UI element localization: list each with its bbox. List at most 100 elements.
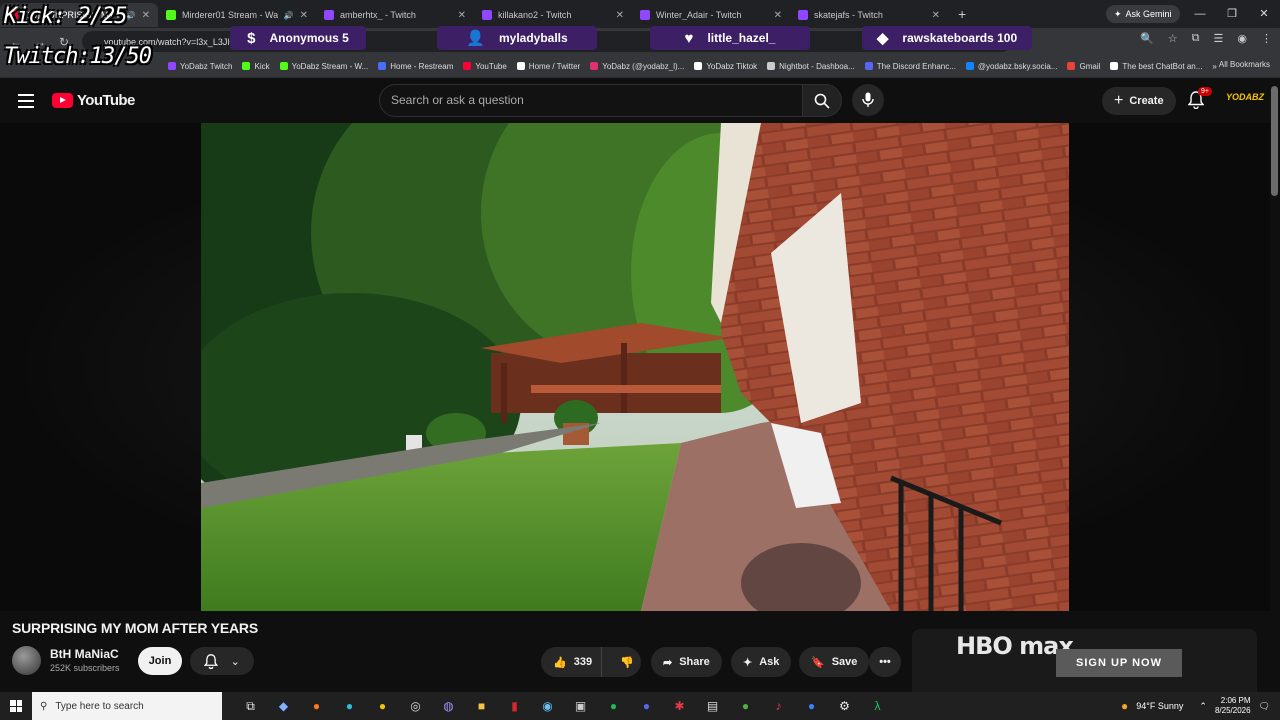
bookmark-item[interactable]: YoDabz (@yodabz_l)... <box>590 62 684 71</box>
epic-games-icon[interactable]: ▣ <box>564 692 597 720</box>
close-window-icon[interactable]: ✕ <box>1248 0 1280 28</box>
app-blue-icon[interactable]: ● <box>795 692 828 720</box>
speaker-icon[interactable]: 🔊 <box>126 11 136 20</box>
tab-twitch-winter-adair[interactable]: Winter_Adair - Twitch ✕ <box>632 3 790 27</box>
sign-up-button[interactable]: SIGN UP NOW <box>1056 649 1182 677</box>
save-button[interactable]: 🔖 Save <box>799 647 870 677</box>
notifications-button[interactable]: 9+ <box>1187 87 1212 114</box>
bookmark-item[interactable]: The Discord Enhanc... <box>864 62 956 71</box>
youtube-logo[interactable]: YouTube <box>52 92 135 109</box>
start-button[interactable] <box>0 692 32 720</box>
bookmarks-overflow-icon[interactable]: » <box>1212 62 1216 71</box>
close-tab-icon[interactable]: ✕ <box>932 10 940 21</box>
clock-date: 8/25/2026 <box>1214 706 1251 715</box>
new-tab-icon[interactable]: + <box>958 6 966 22</box>
bookmark-item[interactable]: Kick <box>242 62 270 71</box>
tor-icon[interactable]: ◍ <box>432 692 465 720</box>
bookmark-label: Home / Twitter <box>528 61 581 71</box>
channel-avatar[interactable] <box>12 646 41 675</box>
close-tab-icon[interactable]: ✕ <box>142 10 150 21</box>
bookmark-item[interactable]: Home / Twitter <box>516 61 581 71</box>
firefox-icon[interactable]: ● <box>300 692 333 720</box>
bookmark-item[interactable]: The best ChatBot an... <box>1110 62 1202 71</box>
bookmark-item[interactable]: Nightbot - Dashboa... <box>767 62 855 71</box>
xbox-icon[interactable]: ● <box>729 692 762 720</box>
app-lambda-icon[interactable]: λ <box>861 692 894 720</box>
ask-gemini-label: Ask Gemini <box>1125 9 1172 19</box>
edge-icon[interactable]: ● <box>333 692 366 720</box>
bookmark-label: Nightbot - Dashboa... <box>779 61 855 71</box>
search-input[interactable]: Search or ask a question <box>379 84 803 117</box>
create-button[interactable]: + Create <box>1102 87 1176 115</box>
app-red-icon[interactable]: ▮ <box>498 692 531 720</box>
close-tab-icon[interactable]: ✕ <box>616 10 624 21</box>
video-title: SURPRISING MY MOM AFTER YEARS <box>12 620 258 636</box>
clock[interactable]: 2:06 PM 8/25/2026 <box>1215 696 1251 716</box>
tab-twitch-killakano2[interactable]: killakano2 - Twitch ✕ <box>474 3 632 27</box>
bookmark-item[interactable]: Gmail <box>1067 62 1100 71</box>
extensions-icon[interactable]: ⧉ <box>1192 32 1200 45</box>
search-button[interactable] <box>802 84 842 117</box>
close-tab-icon[interactable]: ✕ <box>300 10 308 21</box>
sparkle-icon: ✦ <box>743 656 753 669</box>
spotify-icon[interactable]: ● <box>597 692 630 720</box>
video-player[interactable] <box>201 123 1069 611</box>
tab-title: amberhtx_ - Twitch <box>340 10 416 20</box>
tab-twitch-skatejafs[interactable]: skatejafs - Twitch ✕ <box>790 3 948 27</box>
app-pinwheel-icon[interactable]: ✱ <box>663 692 696 720</box>
close-tab-icon[interactable]: ✕ <box>458 10 466 21</box>
like-button[interactable]: 👍 339 <box>541 647 603 677</box>
file-explorer-icon[interactable]: ■ <box>465 692 498 720</box>
join-button[interactable]: Join <box>138 647 182 675</box>
chrome-icon[interactable]: ● <box>366 692 399 720</box>
ask-button[interactable]: ✦ Ask <box>731 647 792 677</box>
zoom-icon[interactable]: 🔍 <box>1140 32 1154 45</box>
close-tab-icon[interactable]: ✕ <box>774 10 782 21</box>
share-arrow-icon: ➦ <box>663 656 673 669</box>
youtube-logo-text: YouTube <box>77 92 135 109</box>
bookmark-favicon-icon <box>279 62 288 70</box>
channel-name[interactable]: BtH MaNiaC <box>50 647 119 661</box>
minimize-icon[interactable]: — <box>1184 0 1216 28</box>
bookmark-item[interactable]: Home - Restream <box>378 62 453 71</box>
alert-text: Anonymous 5 <box>269 31 349 45</box>
bookmark-item[interactable]: YoDabz Twitch <box>168 62 232 71</box>
taskbar-search-input[interactable]: ⚲ Type here to search <box>32 692 222 720</box>
voice-search-button[interactable] <box>852 84 884 116</box>
notification-center-icon[interactable]: 🗨 <box>1259 701 1270 712</box>
bookmark-star-icon[interactable]: ☆ <box>1168 32 1178 45</box>
tab-kick[interactable]: Mirderer01 Stream - Watch 🔊 ✕ <box>158 3 316 27</box>
tab-twitch-amberhtx[interactable]: amberhtx_ - Twitch ✕ <box>316 3 474 27</box>
share-button[interactable]: ➦ Share <box>651 647 722 677</box>
copilot-icon[interactable]: ◆ <box>267 692 300 720</box>
ask-gemini-button[interactable]: ✦ Ask Gemini <box>1106 5 1180 23</box>
tiktok-icon[interactable]: ♪ <box>762 692 795 720</box>
bookmark-label: Gmail <box>1079 61 1101 71</box>
account-avatar[interactable]: YODABZ <box>1226 92 1264 112</box>
bookmark-item[interactable]: YoDabz Stream - W... <box>279 62 368 71</box>
bookmark-item[interactable]: @yodabz.bsky.socia... <box>965 62 1057 71</box>
more-actions-button[interactable]: ••• <box>869 647 901 677</box>
page-scrollbar[interactable] <box>1271 86 1278 196</box>
subscription-button[interactable]: ⌄ <box>190 647 254 675</box>
restore-icon[interactable]: ❐ <box>1216 0 1248 28</box>
app-white-icon[interactable]: ▤ <box>696 692 729 720</box>
steam-icon[interactable]: ◉ <box>531 692 564 720</box>
weather-text[interactable]: 94°F Sunny <box>1136 701 1183 711</box>
bookmark-item[interactable]: YouTube <box>463 62 507 71</box>
bookmark-item[interactable]: YoDabz Tiktok <box>694 62 757 71</box>
ad-banner[interactable]: HBO max SIGN UP NOW <box>912 629 1257 693</box>
obs-icon[interactable]: ◎ <box>399 692 432 720</box>
all-bookmarks-button[interactable]: All Bookmarks <box>1219 60 1270 69</box>
chevron-up-icon[interactable]: ⌃ <box>1199 701 1207 712</box>
save-label: Save <box>831 656 858 668</box>
kebab-menu-icon[interactable]: ⋮ <box>1261 32 1272 45</box>
task-view-icon[interactable]: ⧉ <box>234 692 267 720</box>
profile-icon[interactable]: ◉ <box>1237 32 1247 45</box>
hamburger-menu-icon[interactable] <box>18 94 34 108</box>
discord-icon[interactable]: ● <box>630 692 663 720</box>
tab-search-icon[interactable]: ☰ <box>1214 32 1224 45</box>
settings-gear-icon[interactable]: ⚙ <box>828 692 861 720</box>
dislike-button[interactable]: 👎 <box>609 656 645 669</box>
speaker-icon[interactable]: 🔊 <box>284 11 294 20</box>
